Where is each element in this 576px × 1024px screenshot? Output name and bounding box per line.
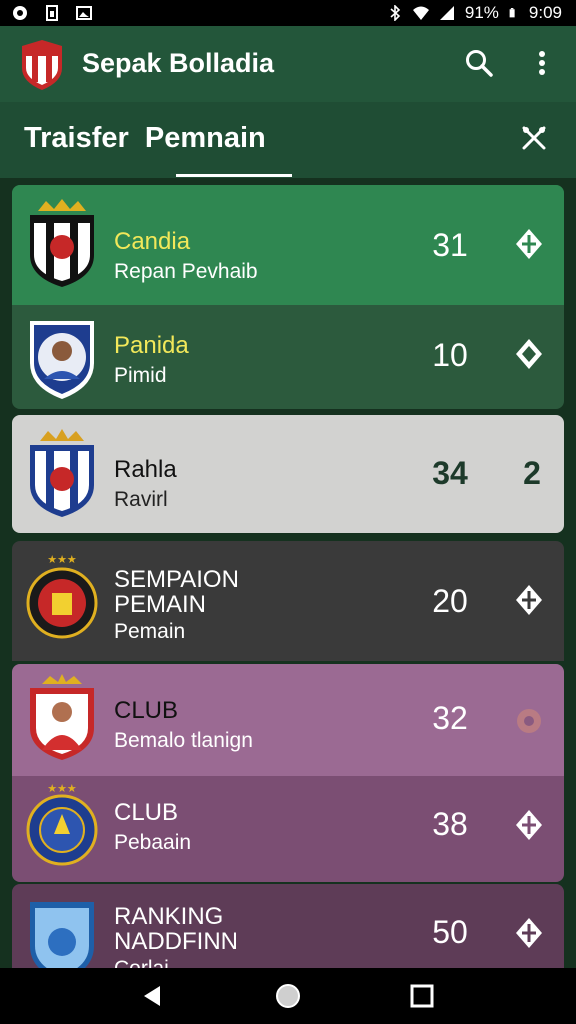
app-bar: Sepak Bolladia (0, 26, 576, 102)
player-avatar-icon (30, 321, 94, 399)
diamond-icon[interactable] (512, 227, 546, 261)
player-subtitle: Ravirl (114, 488, 168, 511)
player-number: 38 (432, 806, 468, 842)
player-number: 20 (432, 583, 468, 619)
club-crest-icon (30, 902, 94, 968)
player-subtitle: Corlai (114, 956, 169, 968)
tab-transfer-pemain[interactable]: Traisfer Pemnain (24, 122, 266, 155)
diamond-outline-icon[interactable] (512, 337, 546, 371)
player-number: 10 (432, 337, 468, 373)
tools-icon[interactable] (520, 124, 548, 152)
club-crest-icon (30, 429, 94, 517)
player-subtitle: Bemalo tlanign (114, 729, 253, 752)
bluetooth-icon (390, 5, 401, 21)
image-icon (76, 6, 92, 20)
recents-icon[interactable] (408, 982, 436, 1010)
diamond-icon[interactable] (512, 583, 546, 617)
home-icon[interactable] (274, 982, 302, 1010)
list-item[interactable]: Panida Pimid 10 (12, 305, 564, 409)
player-name: Panida (114, 332, 189, 359)
status-bar: 91% 9:09 (0, 0, 576, 26)
search-icon[interactable] (464, 48, 494, 78)
player-number: 32 (432, 700, 468, 736)
player-avatar-icon (30, 674, 94, 760)
svg-text:★★★: ★★★ (47, 782, 77, 795)
player-subtitle: Pemain (114, 620, 186, 643)
player-subtitle: Pimid (114, 364, 167, 387)
sim-icon (46, 5, 58, 21)
player-number: 50 (432, 914, 468, 950)
diamond-icon[interactable] (512, 916, 546, 950)
club-crest-icon (30, 199, 94, 287)
list-item[interactable]: Candia Repan Pevhaib 31 (12, 185, 564, 305)
navigation-bar (0, 968, 576, 1024)
list-item[interactable]: Rahla Ravirl 34 2 (12, 415, 564, 533)
player-rank[interactable]: 2 (512, 455, 552, 492)
ball-icon[interactable] (512, 704, 546, 738)
signal-icon (439, 6, 454, 20)
player-name: CLUB (114, 697, 179, 724)
player-name: Rahla (114, 456, 177, 483)
battery-percentage: 91% (464, 3, 499, 22)
club-crest-icon: ★★★ (26, 553, 98, 639)
player-subtitle: Pebaain (114, 831, 192, 854)
player-name: CLUB (114, 799, 179, 826)
tab-indicator (176, 174, 292, 177)
club-logo-icon (22, 40, 62, 90)
player-list: Candia Repan Pevhaib 31 Panida Pimid 10 (0, 178, 576, 968)
list-item[interactable]: ★★★ SEMPAION PEMAIN Pemain 20 (12, 541, 564, 661)
diamond-icon[interactable] (512, 808, 546, 842)
svg-text:★★★: ★★★ (47, 553, 77, 566)
player-name: RANKING NADDFINN (114, 903, 238, 955)
player-number: 31 (432, 227, 468, 263)
back-icon[interactable] (138, 982, 166, 1010)
player-name: SEMPAION PEMAIN (114, 566, 239, 618)
wifi-icon (412, 6, 429, 20)
player-subtitle: Repan Pevhaib (114, 260, 258, 283)
player-number: 34 (432, 455, 468, 491)
list-item[interactable]: RANKING NADDFINN Corlai 50 (12, 884, 564, 968)
player-name: Candia (114, 228, 191, 255)
club-crest-icon: ★★★ (26, 782, 98, 866)
tab-header: Traisfer Pemnain (0, 102, 576, 178)
app-title: Sepak Bolladia (82, 48, 275, 78)
list-item[interactable]: ★★★ CLUB Pebaain 38 (12, 776, 564, 882)
clock: 9:09 (528, 3, 562, 22)
sync-icon (13, 6, 27, 20)
more-vert-icon[interactable] (530, 48, 554, 78)
battery-icon (509, 8, 515, 18)
list-item[interactable]: CLUB Bemalo tlanign 32 (12, 664, 564, 776)
